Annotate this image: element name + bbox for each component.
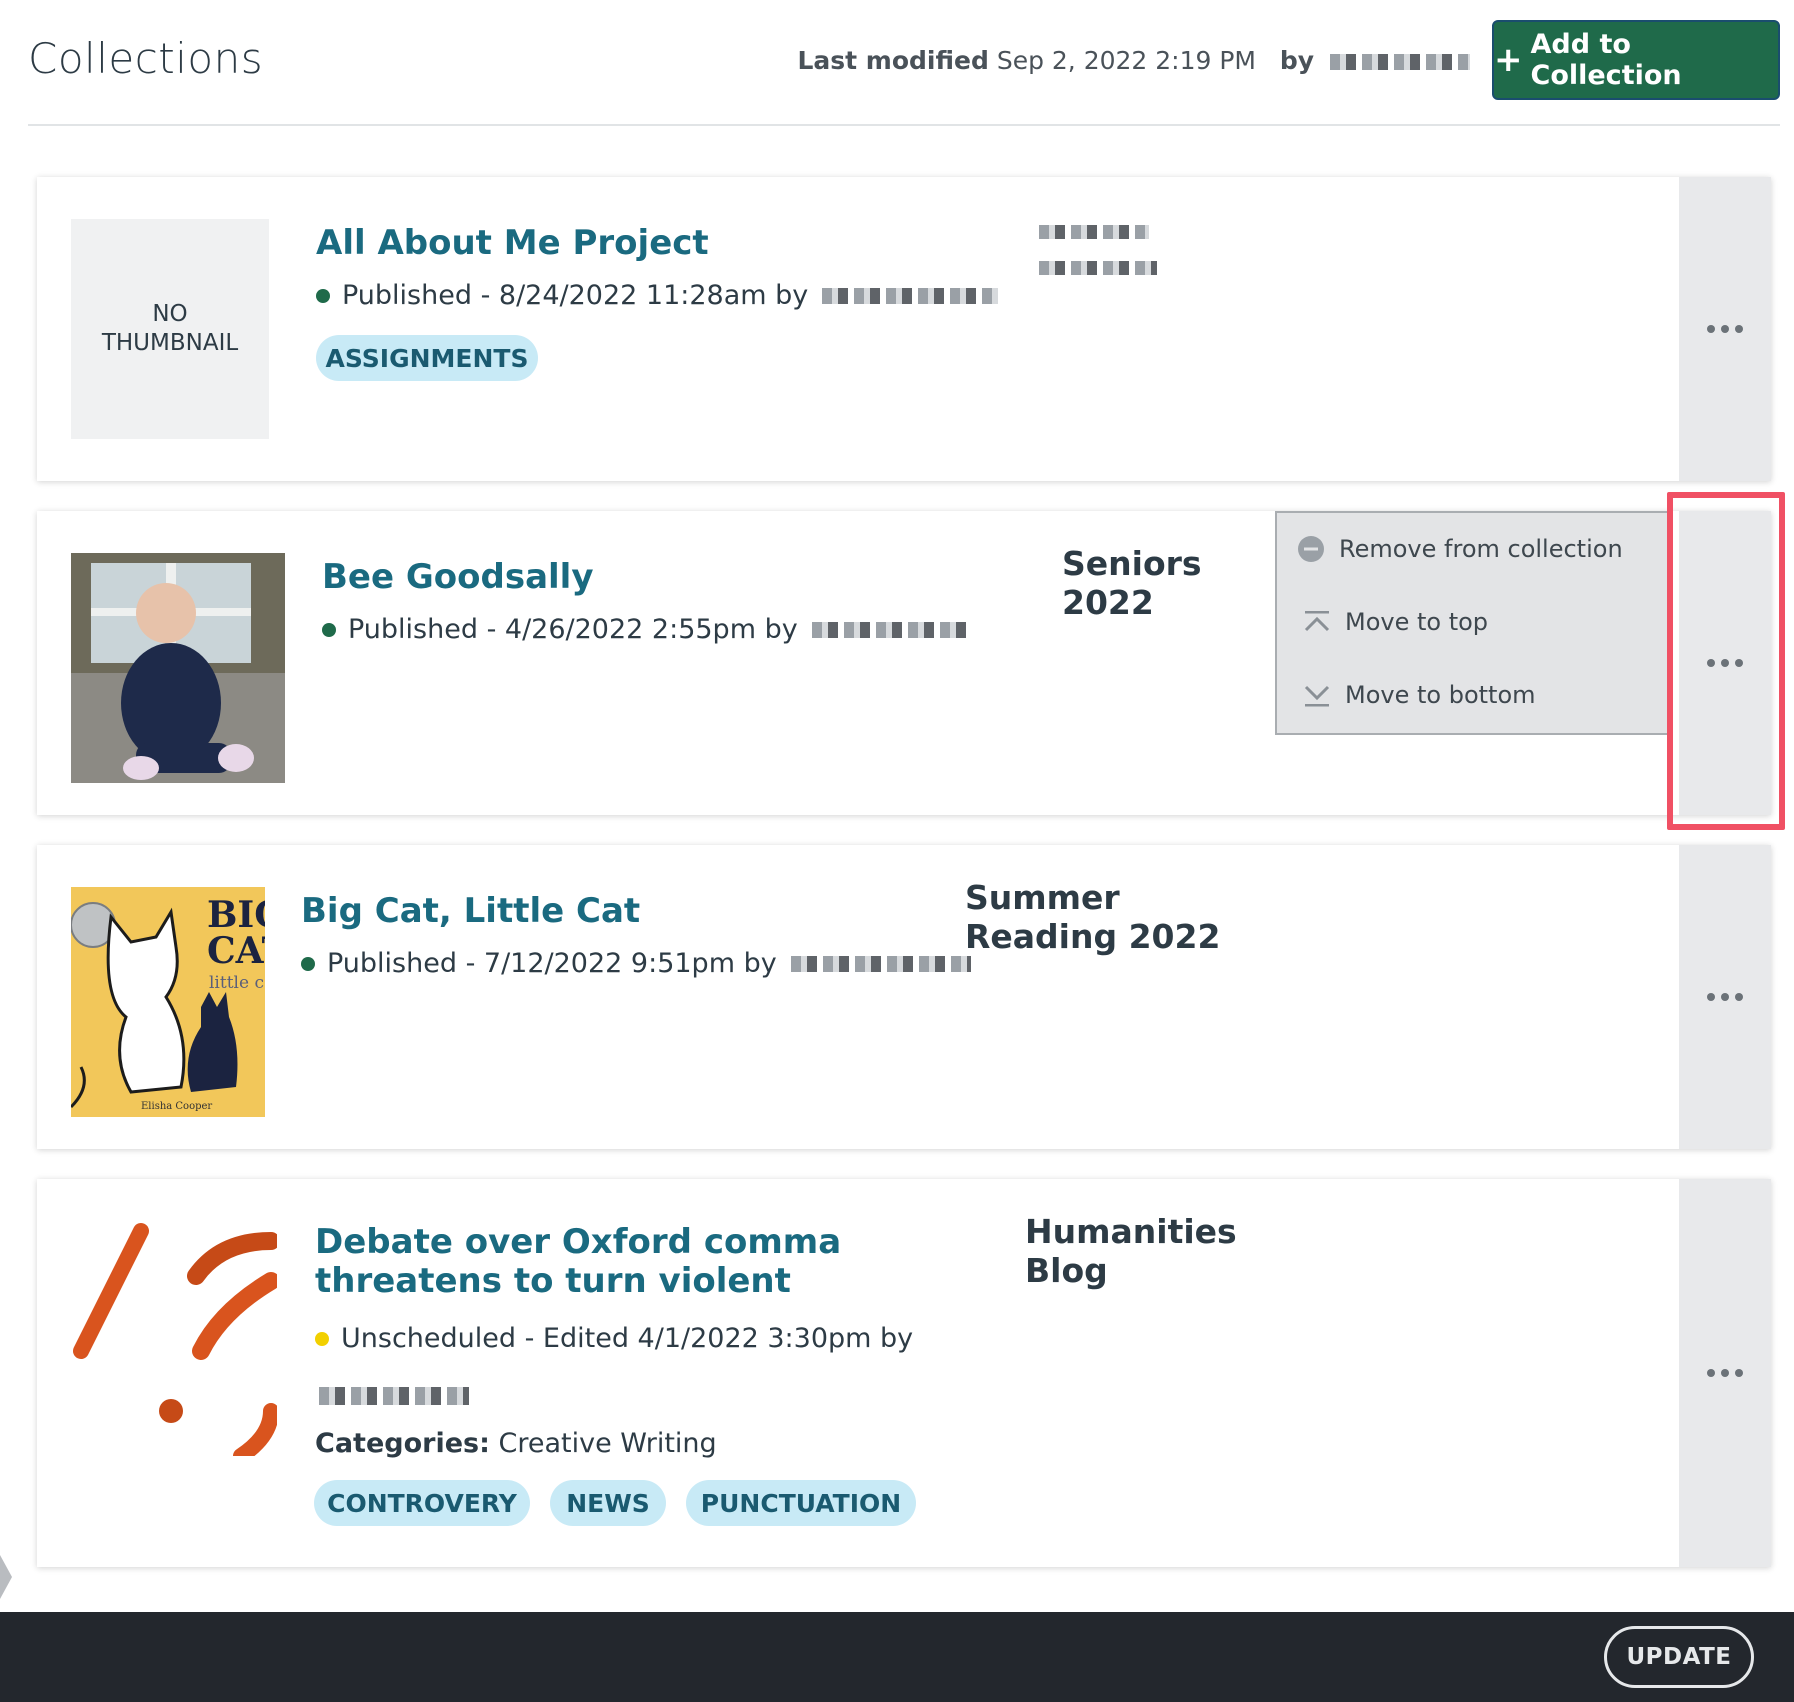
cover-title-line2: CAT bbox=[207, 930, 265, 972]
plus-icon: + bbox=[1494, 40, 1523, 80]
move-to-top-icon bbox=[1304, 611, 1330, 632]
categories-value: Creative Writing bbox=[498, 1428, 717, 1459]
dropdown-item-label: Move to bottom bbox=[1345, 681, 1536, 709]
tag-chip[interactable]: ASSIGNMENTS bbox=[316, 335, 538, 381]
remove-from-collection-item[interactable]: Remove from collection bbox=[1297, 535, 1623, 563]
punctuation-art-image bbox=[73, 1223, 280, 1464]
item-categories: Categories: Creative Writing bbox=[315, 1428, 717, 1459]
no-thumbnail-text: NO THUMBNAIL bbox=[101, 301, 239, 356]
item-status: Unscheduled - Edited 4/1/2022 3:30pm by bbox=[315, 1323, 913, 1354]
item-title-link[interactable]: Bee Goodsally bbox=[322, 557, 922, 597]
item-thumbnail-image: BIG CAT little c Elisha Cooper bbox=[71, 887, 265, 1117]
status-dot-icon bbox=[301, 956, 315, 971]
categories-label: Categories: bbox=[315, 1428, 490, 1459]
item-status: Published - 7/12/2022 9:51pm by bbox=[301, 948, 971, 979]
item-actions-menu-button[interactable] bbox=[1679, 177, 1771, 481]
item-status: Published - 4/26/2022 2:55pm by bbox=[322, 614, 972, 645]
dropdown-item-label: Move to top bbox=[1345, 608, 1489, 636]
more-options-icon bbox=[1707, 1369, 1743, 1377]
item-actions-dropdown: Remove from collection Move to top Move … bbox=[1275, 511, 1673, 735]
collection-item-card: BIG CAT little c Elisha Cooper Big Cat, … bbox=[37, 845, 1771, 1149]
cover-subtitle: little c bbox=[209, 973, 264, 993]
page-header: Collections Last modified Sep 2, 2022 2:… bbox=[28, 0, 1780, 126]
page-title: Collections bbox=[28, 34, 264, 83]
status-text: Published - 4/26/2022 2:55pm by bbox=[348, 614, 798, 645]
collection-name: Seniors 2022 bbox=[1062, 544, 1202, 622]
status-text: Published - 8/24/2022 11:28am by bbox=[342, 280, 809, 311]
redacted-author bbox=[790, 955, 971, 972]
redacted-collection bbox=[1039, 225, 1149, 239]
more-options-icon bbox=[1707, 993, 1743, 1001]
status-text: Unscheduled - Edited 4/1/2022 3:30pm by bbox=[341, 1323, 914, 1354]
add-to-collection-button[interactable]: + Add to Collection bbox=[1492, 20, 1780, 100]
item-title-link[interactable]: Debate over Oxford comma threatens to tu… bbox=[315, 1222, 1015, 1302]
side-collapse-arrow-icon[interactable] bbox=[0, 1555, 12, 1599]
add-to-collection-label: Add to Collection bbox=[1530, 29, 1682, 91]
collection-item-card: Debate over Oxford comma threatens to tu… bbox=[37, 1179, 1771, 1567]
last-modified-label: Last modified bbox=[797, 46, 989, 75]
collection-name: Humanities Blog bbox=[1025, 1212, 1237, 1290]
collection-name: Summer Reading 2022 bbox=[965, 878, 1221, 956]
no-thumbnail-placeholder: NO THUMBNAIL bbox=[71, 219, 269, 439]
move-to-top-item[interactable]: Move to top bbox=[1303, 608, 1488, 636]
item-actions-menu-button[interactable] bbox=[1679, 1179, 1771, 1567]
redacted-collection bbox=[1039, 261, 1157, 275]
redacted-author bbox=[811, 621, 972, 638]
item-thumbnail-image bbox=[71, 1221, 280, 1464]
move-to-bottom-icon bbox=[1304, 685, 1330, 707]
redacted-author bbox=[1330, 54, 1470, 70]
redacted-author bbox=[319, 1387, 469, 1405]
cover-author: Elisha Cooper bbox=[141, 1101, 213, 1112]
highlight-annotation bbox=[1667, 492, 1785, 830]
redacted-author bbox=[822, 287, 999, 304]
collection-item-card: NO THUMBNAIL All About Me Project Publis… bbox=[37, 177, 1771, 481]
tag-chip[interactable]: NEWS bbox=[550, 1480, 666, 1526]
tag-chip[interactable]: PUNCTUATION bbox=[686, 1480, 916, 1526]
item-thumbnail-image bbox=[71, 553, 285, 783]
status-dot-icon bbox=[315, 1331, 329, 1346]
footer-bar: UPDATE bbox=[0, 1612, 1794, 1702]
remove-circle-icon bbox=[1298, 536, 1324, 562]
item-title-link[interactable]: Big Cat, Little Cat bbox=[301, 891, 901, 931]
dropdown-item-label: Remove from collection bbox=[1339, 535, 1623, 563]
more-options-icon bbox=[1707, 325, 1743, 333]
status-dot-icon bbox=[316, 288, 330, 303]
last-modified-by-label: by bbox=[1279, 46, 1315, 75]
last-modified-info: Last modified Sep 2, 2022 2:19 PM by bbox=[797, 46, 1470, 75]
last-modified-value: Sep 2, 2022 2:19 PM bbox=[996, 46, 1256, 75]
baby-photo-image bbox=[71, 553, 285, 783]
update-button[interactable]: UPDATE bbox=[1604, 1626, 1754, 1688]
item-status: Published - 8/24/2022 11:28am by bbox=[316, 280, 999, 311]
cover-title-line1: BIG bbox=[207, 894, 265, 936]
move-to-bottom-item[interactable]: Move to bottom bbox=[1303, 681, 1536, 709]
status-text: Published - 7/12/2022 9:51pm by bbox=[327, 948, 777, 979]
collections-page: Collections Last modified Sep 2, 2022 2:… bbox=[0, 0, 1794, 1702]
status-dot-icon bbox=[322, 622, 336, 637]
tag-chip[interactable]: CONTROVERY bbox=[314, 1480, 530, 1526]
item-title-link[interactable]: All About Me Project bbox=[316, 223, 1016, 263]
item-actions-menu-button[interactable] bbox=[1679, 845, 1771, 1149]
